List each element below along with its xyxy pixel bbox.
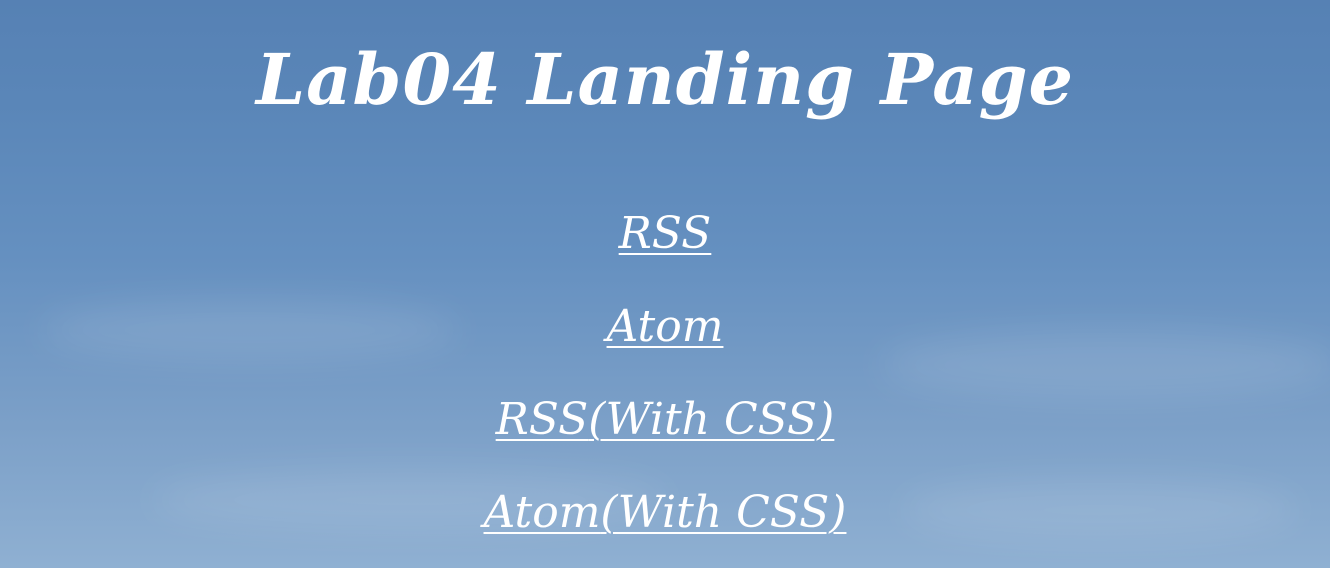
link-row-rss: RSS: [0, 205, 1330, 298]
page-title: Lab04 Landing Page: [255, 38, 1075, 121]
atom-with-css-link[interactable]: Atom: [484, 487, 601, 538]
link-row-rss-with-css: RSS(With CSS): [0, 391, 1330, 484]
link-list: RSS Atom RSS(With CSS) Atom(With CSS): [0, 205, 1330, 568]
rss-with-css-link[interactable]: RSS: [496, 394, 589, 445]
rss-with-css-link-suffix[interactable]: (With CSS): [588, 394, 834, 445]
link-row-atom: Atom: [0, 298, 1330, 391]
atom-link[interactable]: Atom: [607, 301, 724, 352]
landing-page: Lab04 Landing Page RSS Atom RSS(With CSS…: [0, 0, 1330, 568]
link-row-atom-with-css: Atom(With CSS): [0, 484, 1330, 568]
atom-with-css-link-suffix[interactable]: (With CSS): [600, 487, 846, 538]
rss-link[interactable]: RSS: [619, 208, 712, 259]
